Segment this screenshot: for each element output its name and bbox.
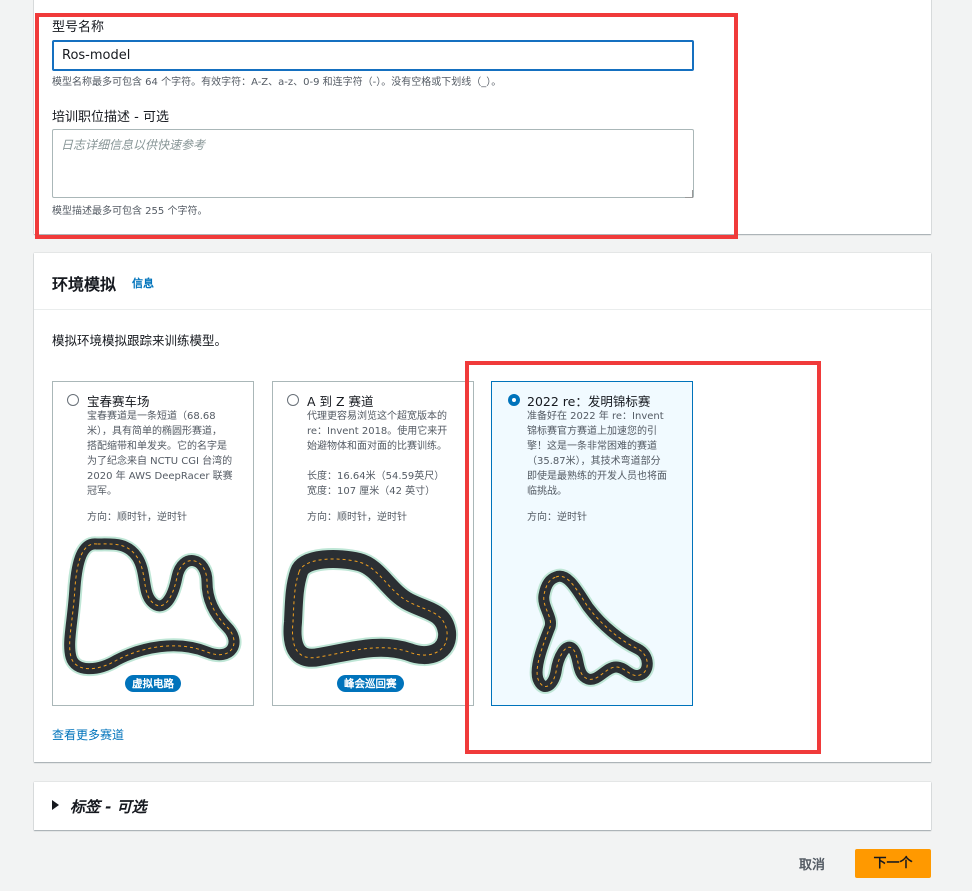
textarea-resize-handle[interactable]: [685, 190, 693, 198]
track-description: 代理更容易浏览这个超宽版本的 re：Invent 2018。使用它来开 始避物体…: [307, 411, 448, 497]
track-description: 宝春赛道是一条短道（68.68 米），具有简单的椭圆形赛道， 搭配缩带和单发夹。…: [87, 411, 233, 497]
model-name-label: 型号名称: [52, 20, 105, 35]
track-map-baochun: [62, 536, 242, 677]
model-name-input[interactable]: Ros-model: [52, 40, 694, 71]
environment-info-link[interactable]: 信息: [132, 275, 154, 291]
track-badge-virtual-circuit: 虚拟电路: [125, 675, 181, 692]
environment-header: 环境模拟 信息: [34, 253, 931, 310]
track-card-2022-reinvent[interactable]: 2022 re：发明锦标赛 准备好在 2022 年 re：Invent 锦标赛官…: [491, 381, 693, 706]
track-card-baochun[interactable]: 宝春赛车场 宝春赛道是一条短道（68.68 米），具有简单的椭圆形赛道， 搭配缩…: [52, 381, 254, 706]
tags-card[interactable]: 标签 - 可选: [34, 782, 931, 830]
track-direction: 方向：顺时针，逆时针: [307, 512, 407, 523]
model-details-card: 型号名称 Ros-model 模型名称最多可包含 64 个字符。有效字符：A-Z…: [34, 0, 931, 234]
track-radio-baochun[interactable]: [67, 394, 79, 406]
track-direction: 方向：逆时针: [527, 512, 587, 523]
cancel-button[interactable]: 取消: [799, 854, 825, 873]
caret-right-icon: [52, 800, 59, 810]
model-description-label: 培训职位描述 - 可选: [52, 110, 169, 125]
view-more-tracks-link[interactable]: 查看更多赛道: [52, 726, 124, 743]
track-map-2022-reinvent: [529, 568, 655, 694]
track-name: A 到 Z 赛道: [307, 394, 374, 409]
track-badge-summit-circuit: 峰会巡回赛: [337, 675, 404, 692]
model-name-hint: 模型名称最多可包含 64 个字符。有效字符：A-Z、a-z、0-9 和连字符（-…: [52, 77, 502, 88]
next-button[interactable]: 下一个: [855, 849, 931, 878]
track-radio-a-to-z[interactable]: [287, 394, 299, 406]
track-map-a-to-z: [281, 548, 458, 669]
environment-title: 环境模拟: [52, 275, 117, 294]
track-direction: 方向：顺时针，逆时针: [87, 512, 187, 523]
model-description-input[interactable]: 日志详细信息以供快速参考: [52, 129, 694, 198]
environment-intro: 模拟环境模拟跟踪来训练模型。: [52, 333, 228, 348]
track-radio-2022-reinvent[interactable]: [508, 394, 520, 406]
model-description-hint: 模型描述最多可包含 255 个字符。: [52, 206, 208, 217]
track-description: 准备好在 2022 年 re：Invent 锦标赛官方赛道上加速您的引 擎！这是…: [527, 411, 667, 497]
track-name: 宝春赛车场: [87, 394, 150, 409]
track-card-a-to-z[interactable]: A 到 Z 赛道 代理更容易浏览这个超宽版本的 re：Invent 2018。使…: [272, 381, 474, 706]
environment-card: 环境模拟 信息 模拟环境模拟跟踪来训练模型。 宝春赛车场 宝春赛道是一条短道（6…: [34, 253, 931, 762]
track-name: 2022 re：发明锦标赛: [527, 394, 651, 409]
tags-title[interactable]: 标签 - 可选: [70, 796, 147, 817]
